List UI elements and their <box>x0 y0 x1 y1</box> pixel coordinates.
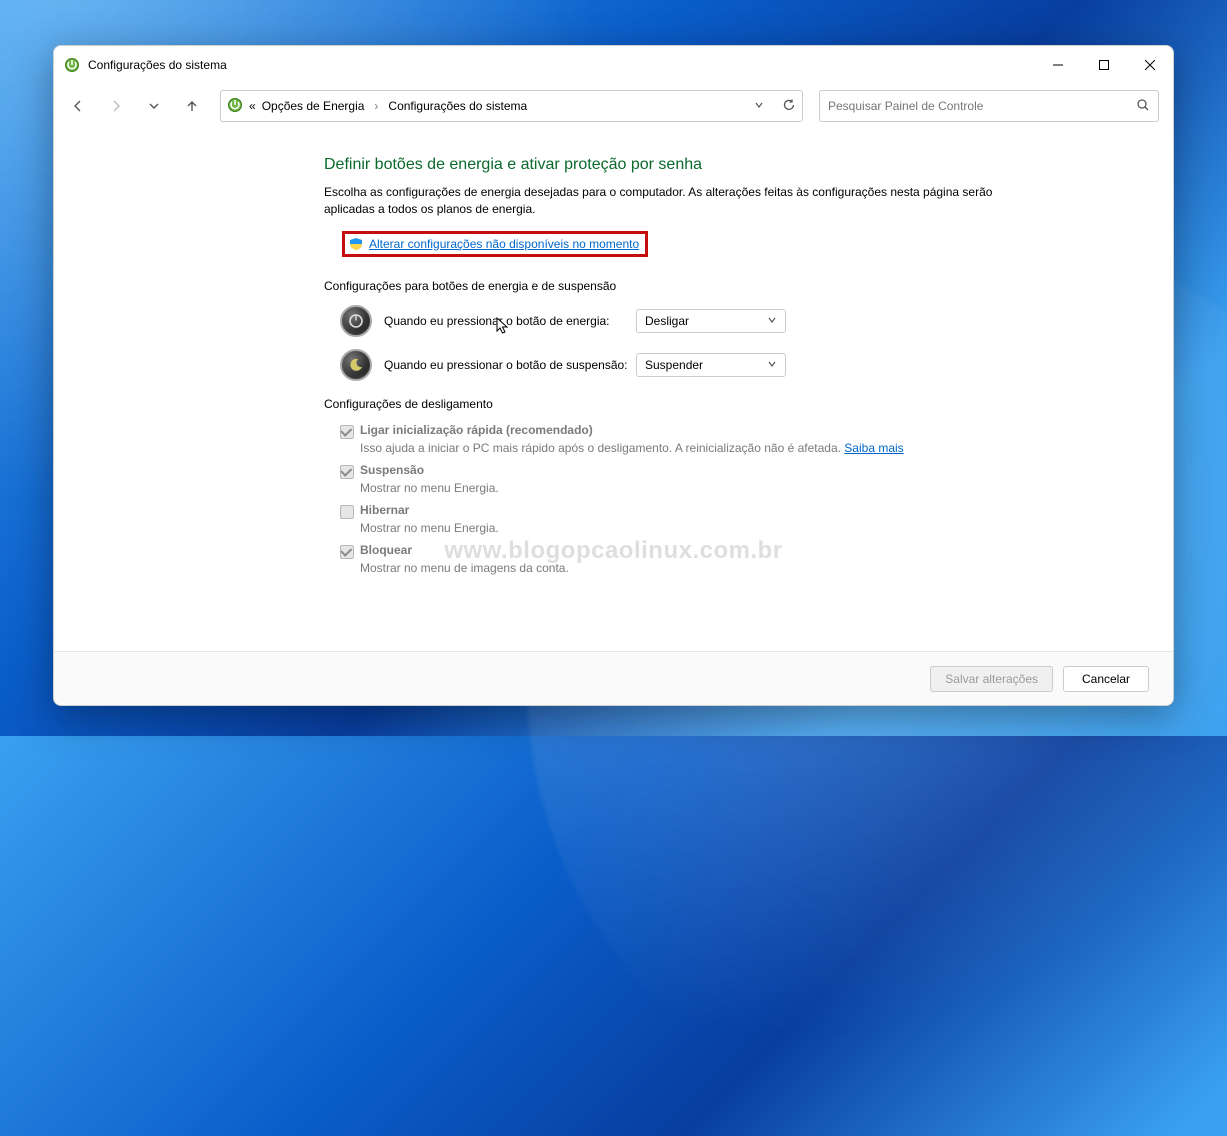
titlebar: Configurações do sistema <box>54 46 1173 84</box>
chevron-down-icon <box>767 358 777 372</box>
save-button[interactable]: Salvar alterações <box>930 666 1053 692</box>
suspend-checkbox <box>340 465 354 479</box>
footer: Salvar alterações Cancelar <box>54 651 1173 705</box>
hibernate-row: Hibernar <box>340 503 1133 519</box>
shutdown-section-label: Configurações de desligamento <box>324 397 1133 411</box>
close-button[interactable] <box>1127 46 1173 84</box>
control-panel-window: Configurações do sistema <box>53 45 1174 706</box>
uac-link-highlight: Alterar configurações não disponíveis no… <box>342 231 648 257</box>
address-dropdown-button[interactable] <box>754 99 764 113</box>
power-button-dropdown[interactable]: Desligar <box>636 309 786 333</box>
hibernate-desc: Mostrar no menu Energia. <box>360 521 1133 535</box>
hibernate-label: Hibernar <box>360 503 409 517</box>
power-button-row: Quando eu pressionar o botão de energia:… <box>340 305 1133 337</box>
window-title: Configurações do sistema <box>88 58 227 72</box>
address-bar[interactable]: « Opções de Energia › Configurações do s… <box>220 90 803 122</box>
sleep-button-row: Quando eu pressionar o botão de suspensã… <box>340 349 1133 381</box>
minimize-button[interactable] <box>1035 46 1081 84</box>
maximize-button[interactable] <box>1081 46 1127 84</box>
moon-icon <box>340 349 372 381</box>
refresh-button[interactable] <box>782 98 796 115</box>
chevron-right-icon: › <box>370 99 382 113</box>
lock-label: Bloquear <box>360 543 412 557</box>
search-icon <box>1136 98 1150 115</box>
chevron-down-icon <box>767 314 777 328</box>
sleep-button-dropdown[interactable]: Suspender <box>636 353 786 377</box>
forward-button[interactable] <box>100 92 132 120</box>
breadcrumb-prefix: « <box>249 99 256 113</box>
search-box[interactable] <box>819 90 1159 122</box>
suspend-row: Suspensão <box>340 463 1133 479</box>
breadcrumb-item[interactable]: Configurações do sistema <box>388 99 527 113</box>
suspend-desc: Mostrar no menu Energia. <box>360 481 1133 495</box>
power-button-label: Quando eu pressionar o botão de energia: <box>384 314 636 328</box>
power-icon <box>340 305 372 337</box>
uac-shield-icon <box>349 237 363 251</box>
suspend-label: Suspensão <box>360 463 424 477</box>
lock-row: Bloquear <box>340 543 1133 559</box>
content-area: Definir botões de energia e ativar prote… <box>54 128 1173 651</box>
breadcrumb-item[interactable]: Opções de Energia <box>262 99 365 113</box>
sleep-button-label: Quando eu pressionar o botão de suspensã… <box>384 358 636 372</box>
recent-locations-button[interactable] <box>138 92 170 120</box>
fast-startup-desc: Isso ajuda a iniciar o PC mais rápido ap… <box>360 441 1133 455</box>
lock-checkbox <box>340 545 354 559</box>
fast-startup-label: Ligar inicialização rápida (recomendado) <box>360 423 593 437</box>
change-unavailable-settings-link[interactable]: Alterar configurações não disponíveis no… <box>369 237 639 251</box>
navigation-bar: « Opções de Energia › Configurações do s… <box>54 84 1173 128</box>
fast-startup-checkbox <box>340 425 354 439</box>
cancel-button[interactable]: Cancelar <box>1063 666 1149 692</box>
dropdown-value: Suspender <box>645 358 703 372</box>
page-description: Escolha as configurações de energia dese… <box>324 184 1004 219</box>
lock-desc: Mostrar no menu de imagens da conta. <box>360 561 1133 575</box>
fast-startup-row: Ligar inicialização rápida (recomendado) <box>340 423 1133 439</box>
page-heading: Definir botões de energia e ativar prote… <box>324 156 1133 174</box>
back-button[interactable] <box>62 92 94 120</box>
power-options-icon <box>64 57 80 73</box>
dropdown-value: Desligar <box>645 314 689 328</box>
up-button[interactable] <box>176 92 208 120</box>
hibernate-checkbox <box>340 505 354 519</box>
power-options-icon <box>227 97 243 116</box>
window-controls <box>1035 46 1173 84</box>
search-input[interactable] <box>828 99 1136 113</box>
buttons-section-label: Configurações para botões de energia e d… <box>324 279 1133 293</box>
learn-more-link[interactable]: Saiba mais <box>844 441 903 455</box>
